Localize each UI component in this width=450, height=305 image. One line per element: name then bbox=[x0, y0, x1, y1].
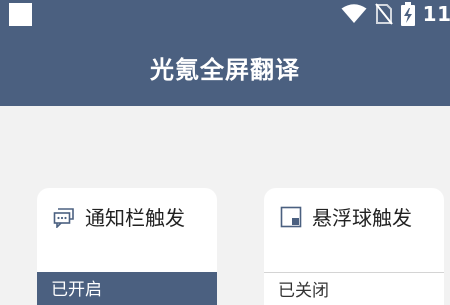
status-badge-on: 已开启 bbox=[37, 272, 217, 305]
no-sim-icon bbox=[374, 3, 393, 25]
notification-chat-icon bbox=[53, 207, 74, 228]
card-label: 悬浮球触发 bbox=[312, 206, 412, 230]
notification-square-icon bbox=[9, 3, 32, 26]
card-header: 通知栏触发 bbox=[53, 202, 185, 231]
floating-window-icon bbox=[280, 206, 302, 227]
wifi-icon bbox=[341, 4, 367, 23]
notification-trigger-card[interactable]: 通知栏触发 已开启 bbox=[37, 188, 217, 305]
status-bar: 11: bbox=[341, 1, 450, 27]
page-title: 光氪全屏翻译 bbox=[150, 56, 300, 84]
floating-ball-trigger-card[interactable]: 悬浮球触发 已关闭 bbox=[264, 188, 444, 305]
main-screen: 11: 光氪全屏翻译 通知栏触发 已开启 悬浮球触发 已关闭 bbox=[0, 0, 450, 305]
app-header: 11: 光氪全屏翻译 bbox=[0, 0, 450, 106]
battery-charging-icon bbox=[400, 2, 415, 26]
status-time: 11: bbox=[422, 2, 450, 26]
card-label: 通知栏触发 bbox=[85, 206, 185, 230]
status-badge-off: 已关闭 bbox=[264, 272, 444, 305]
card-header: 悬浮球触发 bbox=[280, 202, 412, 231]
